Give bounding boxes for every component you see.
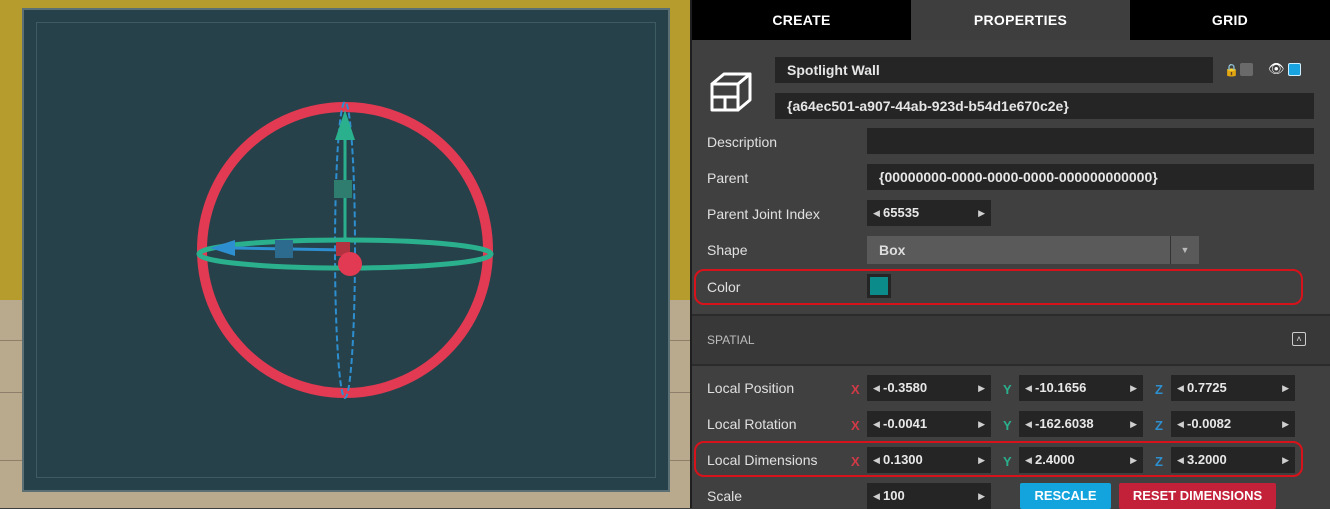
parent-joint-label: Parent Joint Index xyxy=(707,206,820,222)
shape-label: Shape xyxy=(707,242,748,258)
local-position-x-stepper[interactable]: ◀ -0.3580 ▶ xyxy=(867,375,991,401)
local-rotation-label: Local Rotation xyxy=(707,416,797,432)
scale-handle-y[interactable] xyxy=(334,180,352,198)
translate-arrow-z-head[interactable] xyxy=(210,240,235,256)
lock-checkbox[interactable] xyxy=(1240,63,1253,76)
translate-arrow-y-head[interactable] xyxy=(335,110,355,140)
tab-create[interactable]: CREATE xyxy=(692,0,911,40)
scale-label: Scale xyxy=(707,488,743,504)
scale-stepper[interactable]: ◀ 100 ▶ xyxy=(867,483,991,509)
shape-select[interactable]: Box ▼ xyxy=(867,236,1199,264)
increment-icon[interactable]: ▶ xyxy=(1282,375,1289,401)
decrement-icon[interactable]: ◀ xyxy=(873,375,880,401)
properties-panel: CREATE PROPERTIES GRID Spotlight Wall 🔒 … xyxy=(692,0,1330,509)
entity-name-input[interactable]: Spotlight Wall xyxy=(775,57,1213,83)
visible-checkbox[interactable] xyxy=(1288,63,1301,76)
highlight-dimensions-row xyxy=(694,441,1303,477)
parent-label: Parent xyxy=(707,170,749,186)
parent-input[interactable]: {00000000-0000-0000-0000-000000000000} xyxy=(867,164,1314,190)
transform-gizmo[interactable] xyxy=(0,0,690,508)
increment-icon[interactable]: ▶ xyxy=(1130,375,1137,401)
decrement-icon[interactable]: ◀ xyxy=(1025,411,1032,437)
increment-icon[interactable]: ▶ xyxy=(1282,411,1289,437)
increment-icon[interactable]: ▶ xyxy=(978,483,985,509)
local-rotation-x-stepper[interactable]: ◀ -0.0041 ▶ xyxy=(867,411,991,437)
local-rotation-y-stepper[interactable]: ◀ -162.6038 ▶ xyxy=(1019,411,1143,437)
local-position-y-stepper[interactable]: ◀ -10.1656 ▶ xyxy=(1019,375,1143,401)
spatial-section-header[interactable]: SPATIAL ˄ xyxy=(692,316,1330,364)
increment-icon[interactable]: ▶ xyxy=(1130,411,1137,437)
reset-dimensions-button[interactable]: RESET DIMENSIONS xyxy=(1119,483,1276,509)
tab-bar: CREATE PROPERTIES GRID xyxy=(692,0,1330,40)
increment-icon[interactable]: ▶ xyxy=(978,375,985,401)
chevron-down-icon[interactable]: ▼ xyxy=(1170,236,1199,264)
description-label: Description xyxy=(707,134,778,150)
scale-handle-z[interactable] xyxy=(275,240,293,258)
translate-handle-x[interactable] xyxy=(338,252,362,276)
increment-icon[interactable]: ▶ xyxy=(978,411,985,437)
highlight-color-row xyxy=(694,269,1303,305)
local-position-z-stepper[interactable]: ◀ 0.7725 ▶ xyxy=(1171,375,1295,401)
increment-icon[interactable]: ▶ xyxy=(978,200,985,226)
decrement-icon[interactable]: ◀ xyxy=(873,411,880,437)
box-entity-icon xyxy=(710,72,752,112)
description-input[interactable] xyxy=(867,128,1314,154)
lock-icon: 🔒 xyxy=(1224,63,1239,77)
tab-grid[interactable]: GRID xyxy=(1130,0,1330,40)
decrement-icon[interactable]: ◀ xyxy=(873,200,880,226)
local-position-label: Local Position xyxy=(707,380,795,396)
decrement-icon[interactable]: ◀ xyxy=(1177,411,1184,437)
entity-id-field[interactable]: {a64ec501-a907-44ab-923d-b54d1e670c2e} xyxy=(775,93,1314,119)
parent-joint-stepper[interactable]: ◀ 65535 ▶ xyxy=(867,200,991,226)
eye-icon: 👁 xyxy=(1268,61,1285,76)
tab-properties[interactable]: PROPERTIES xyxy=(911,0,1130,40)
3d-viewport[interactable] xyxy=(0,0,690,508)
rescale-button[interactable]: RESCALE xyxy=(1020,483,1111,509)
decrement-icon[interactable]: ◀ xyxy=(1025,375,1032,401)
local-rotation-z-stepper[interactable]: ◀ -0.0082 ▶ xyxy=(1171,411,1295,437)
collapse-icon[interactable]: ˄ xyxy=(1292,332,1306,346)
decrement-icon[interactable]: ◀ xyxy=(873,483,880,509)
decrement-icon[interactable]: ◀ xyxy=(1177,375,1184,401)
